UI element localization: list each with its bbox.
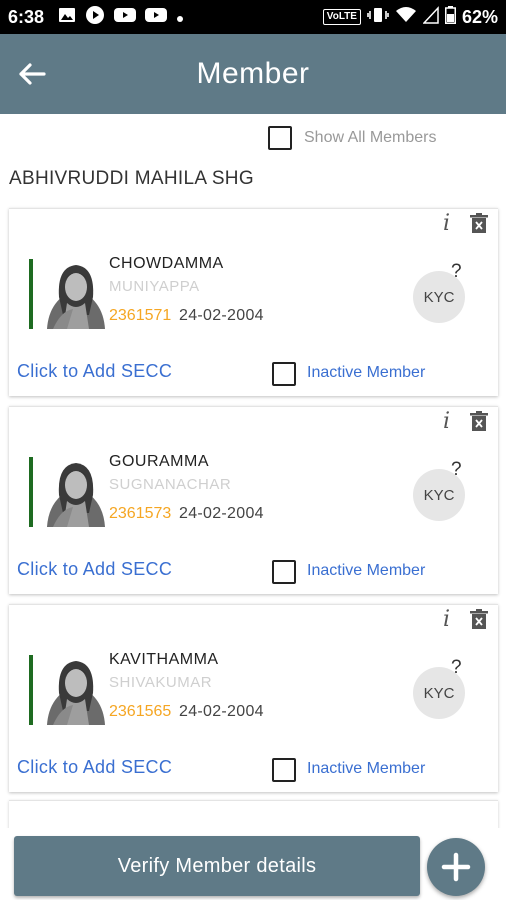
plus-icon [441, 852, 471, 882]
delete-icon[interactable] [470, 213, 488, 233]
show-all-members-checkbox[interactable] [268, 126, 292, 150]
gallery-notification-icon [58, 7, 76, 28]
inactive-member-checkbox[interactable] [272, 362, 296, 386]
member-join-date: 24-02-2004 [179, 307, 264, 324]
member-avatar [47, 265, 105, 329]
volte-badge: VoLTE [322, 9, 361, 25]
member-join-date: 24-02-2004 [179, 703, 264, 720]
add-secc-link[interactable]: Click to Add SECC [17, 757, 172, 778]
app-bar: Member [0, 34, 506, 114]
back-button[interactable] [14, 56, 50, 92]
member-name: KAVITHAMMA [109, 651, 219, 668]
kyc-label: KYC [423, 486, 455, 504]
youtube-notification-icon [145, 7, 168, 28]
member-join-date: 24-02-2004 [179, 505, 264, 522]
info-icon[interactable]: i [443, 607, 450, 632]
youtube-notification-icon [114, 7, 137, 28]
add-secc-link[interactable]: Click to Add SECC [17, 361, 172, 382]
kyc-button[interactable]: KYC [413, 469, 465, 521]
arrow-back-icon [19, 63, 46, 85]
member-name: CHOWDAMMA [109, 255, 224, 272]
kyc-button[interactable]: KYC [413, 667, 465, 719]
show-all-members-label: Show All Members [304, 129, 437, 146]
member-card[interactable]: i CHOWDAMMA MUNIYAPPA 2361571 24-02-2004… [9, 208, 498, 396]
member-card[interactable]: i GOURAMMA SUGNANACHAR 2361573 24-02-200… [9, 406, 498, 594]
status-accent-bar [29, 259, 33, 329]
inactive-member-label: Inactive Member [307, 562, 426, 579]
kyc-button[interactable]: KYC [413, 271, 465, 323]
member-avatar [47, 661, 105, 725]
info-icon[interactable]: i [443, 409, 450, 434]
member-name: GOURAMMA [109, 453, 209, 470]
status-bar: 6:38 VoLTE 62% [0, 0, 506, 34]
signal-icon [422, 5, 439, 29]
delete-icon[interactable] [470, 411, 488, 431]
inactive-member-checkbox[interactable] [272, 758, 296, 782]
inactive-member-label: Inactive Member [307, 364, 426, 381]
status-accent-bar [29, 457, 33, 527]
play-notification-icon [85, 5, 105, 30]
member-avatar [47, 463, 105, 527]
vibrate-icon [367, 6, 389, 29]
status-accent-bar [29, 655, 33, 725]
wifi-icon [395, 6, 417, 29]
member-card[interactable]: i KAVITHAMMA SHIVAKUMAR 2361565 24-02-20… [9, 604, 498, 792]
battery-icon [444, 5, 456, 29]
add-member-button[interactable] [427, 838, 485, 896]
group-name: ABHIVRUDDI MAHILA SHG [9, 168, 254, 189]
info-icon[interactable]: i [443, 211, 450, 236]
inactive-member-checkbox[interactable] [272, 560, 296, 584]
more-notifications-dot-icon [176, 7, 184, 28]
page-title: Member [196, 57, 310, 90]
bottom-action-bar: Verify Member details [0, 828, 506, 900]
member-id: 2361565 [109, 703, 172, 720]
kyc-label: KYC [423, 684, 455, 702]
verify-member-details-button[interactable]: Verify Member details [14, 836, 420, 896]
kyc-label: KYC [423, 288, 455, 306]
member-id: 2361571 [109, 307, 172, 324]
member-guardian-name: SUGNANACHAR [109, 476, 232, 493]
status-time: 6:38 [8, 6, 45, 27]
show-all-members-toggle[interactable]: Show All Members [268, 126, 437, 150]
member-guardian-name: SHIVAKUMAR [109, 674, 213, 691]
member-list-screen: Show All Members ABHIVRUDDI MAHILA SHG i… [0, 114, 506, 900]
member-guardian-name: MUNIYAPPA [109, 278, 200, 295]
delete-icon[interactable] [470, 609, 488, 629]
add-secc-link[interactable]: Click to Add SECC [17, 559, 172, 580]
inactive-member-label: Inactive Member [307, 760, 426, 777]
battery-level: 62% [461, 6, 498, 27]
member-id: 2361573 [109, 505, 172, 522]
